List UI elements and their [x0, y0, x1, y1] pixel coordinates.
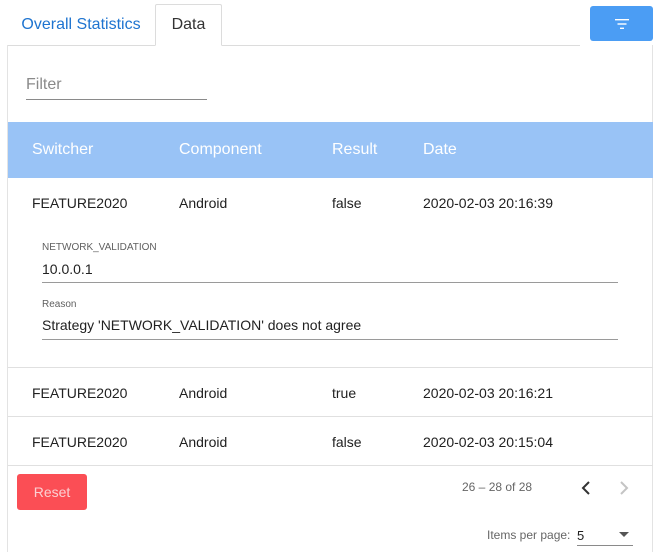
cell-date: 2020-02-03 20:16:21: [423, 385, 553, 401]
dropdown-caret-icon: [619, 532, 629, 537]
table-row[interactable]: FEATURE2020 Android false 2020-02-03 20:…: [8, 417, 653, 466]
items-per-page-select[interactable]: 5: [577, 524, 633, 546]
cell-date: 2020-02-03 20:15:04: [423, 434, 553, 450]
cell-switcher: FEATURE2020: [32, 434, 128, 450]
filter-input[interactable]: [26, 70, 207, 100]
tab-data[interactable]: Data: [155, 4, 222, 46]
tab-overall-statistics[interactable]: Overall Statistics: [8, 4, 154, 46]
field-value: 10.0.0.1: [42, 261, 93, 277]
column-header-date[interactable]: Date: [423, 122, 457, 178]
field-label: NETWORK_VALIDATION: [42, 242, 157, 253]
table-row[interactable]: FEATURE2020 Android false 2020-02-03 20:…: [8, 178, 653, 226]
chevron-left-icon: [581, 481, 590, 495]
column-header-component[interactable]: Component: [179, 122, 262, 178]
pagination-range: 26 – 28 of 28: [462, 480, 533, 494]
filter-toggle-button[interactable]: [590, 6, 653, 41]
cell-component: Android: [179, 385, 228, 401]
field-label: Reason: [42, 299, 77, 310]
table-row[interactable]: FEATURE2020 Android true 2020-02-03 20:1…: [8, 368, 653, 417]
network-validation-field[interactable]: NETWORK_VALIDATION 10.0.0.1: [42, 240, 618, 283]
items-per-page-value: 5: [577, 528, 585, 543]
cell-result: false: [332, 195, 362, 211]
filter-list-icon: [614, 18, 629, 29]
cell-result: false: [332, 434, 362, 450]
cell-date: 2020-02-03 20:16:39: [423, 195, 553, 211]
cell-switcher: FEATURE2020: [32, 195, 128, 211]
row-detail-panel: NETWORK_VALIDATION 10.0.0.1 Reason Strat…: [8, 226, 653, 368]
cell-component: Android: [179, 195, 228, 211]
cell-result: true: [332, 385, 357, 401]
reset-button[interactable]: Reset: [17, 474, 87, 510]
table-header: Switcher Component Result Date: [8, 122, 653, 178]
next-page-button[interactable]: [614, 478, 634, 498]
items-per-page-label: Items per page:: [487, 528, 571, 542]
chevron-right-icon: [620, 481, 629, 495]
previous-page-button[interactable]: [576, 478, 596, 498]
column-header-switcher[interactable]: Switcher: [32, 122, 93, 178]
cell-switcher: FEATURE2020: [32, 385, 128, 401]
cell-component: Android: [179, 434, 228, 450]
tab-bar: Overall Statistics Data: [0, 0, 658, 46]
field-value: Strategy 'NETWORK_VALIDATION' does not a…: [42, 317, 362, 333]
column-header-result[interactable]: Result: [332, 122, 377, 178]
reason-field[interactable]: Reason Strategy 'NETWORK_VALIDATION' doe…: [42, 297, 618, 340]
